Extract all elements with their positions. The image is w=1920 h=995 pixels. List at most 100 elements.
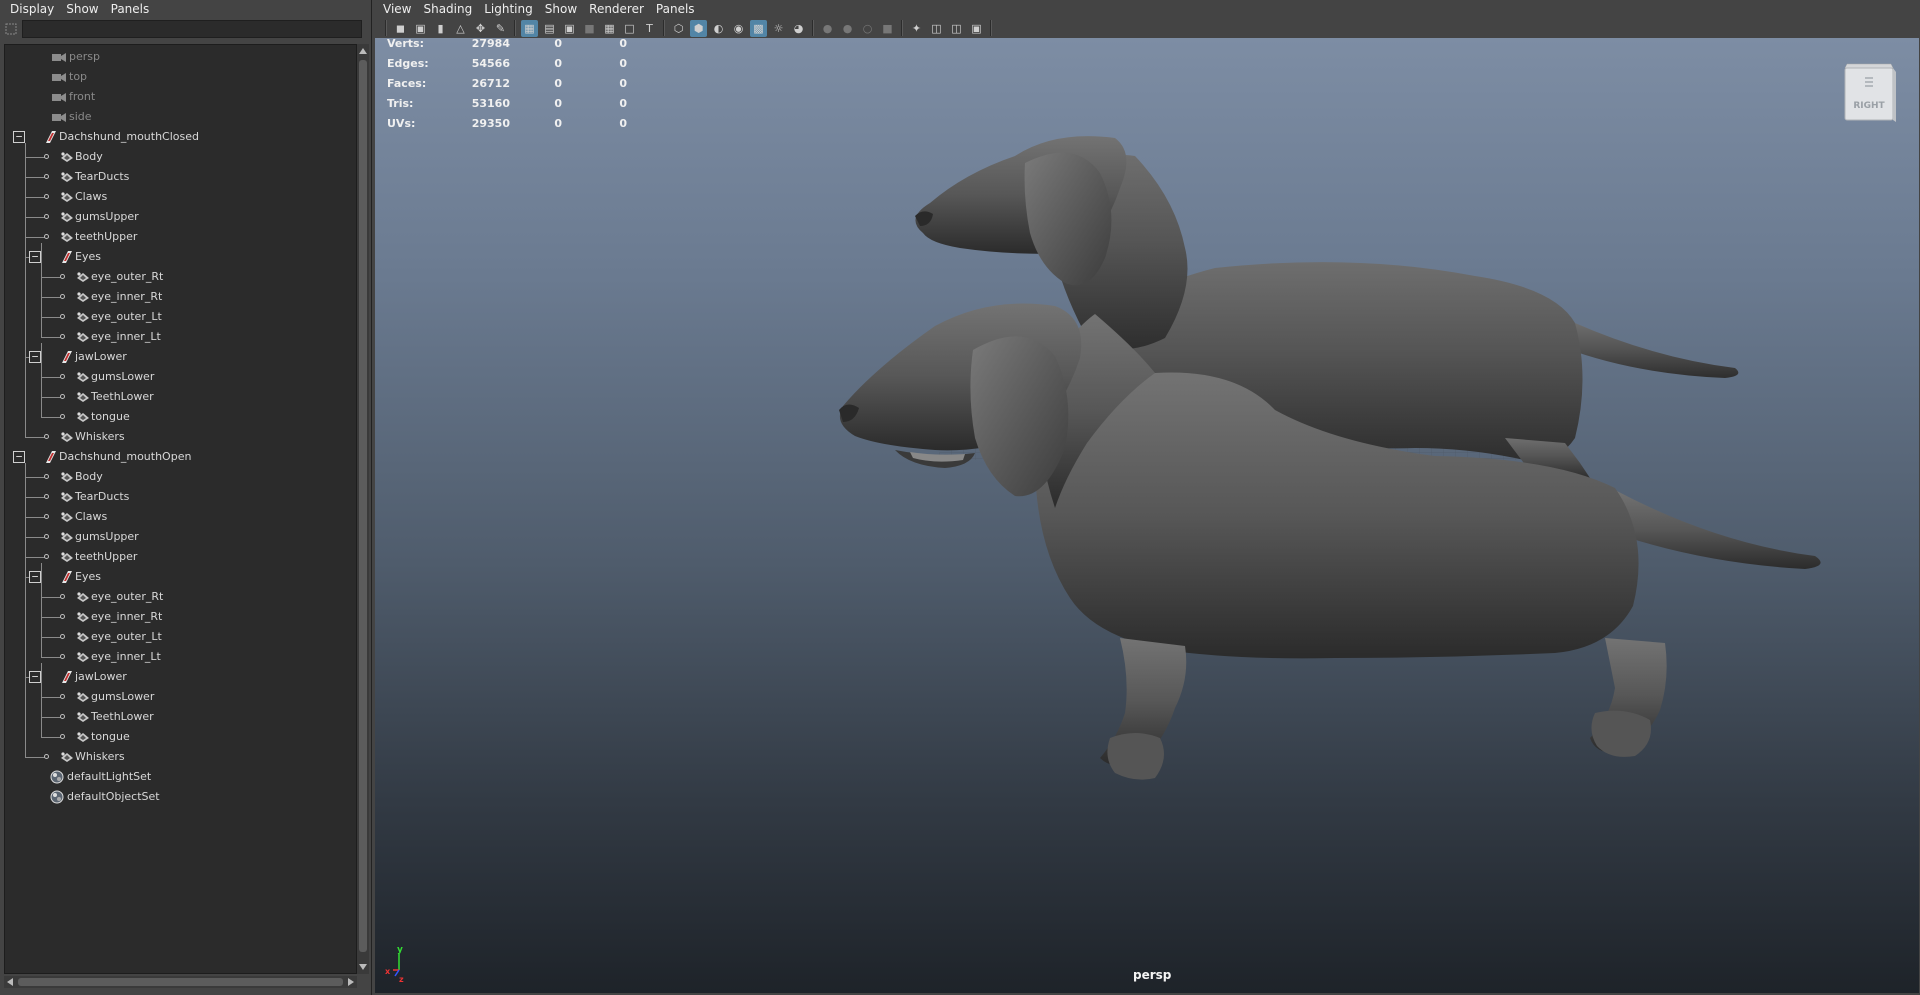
outliner-item-eye-inner-lt[interactable]: eye_inner_Lt xyxy=(5,327,356,347)
grease-pencil-icon[interactable]: ✎ xyxy=(492,20,509,37)
mesh-icon xyxy=(75,270,91,284)
collapse-toggle-icon[interactable]: − xyxy=(13,131,25,143)
outliner-item-gumsupper[interactable]: gumsUpper xyxy=(5,207,356,227)
collapse-toggle-icon[interactable]: − xyxy=(29,351,41,363)
visibility-dot-icon xyxy=(44,474,49,479)
outliner-item-eye-inner-rt[interactable]: eye_inner_Rt xyxy=(5,287,356,307)
xray-joints-icon[interactable]: ◫ xyxy=(948,20,965,37)
outliner-item-eye-outer-rt[interactable]: eye_outer_Rt xyxy=(5,267,356,287)
outliner-item-eye-inner-rt[interactable]: eye_inner_Rt xyxy=(5,607,356,627)
textured-icon[interactable]: ▩ xyxy=(750,19,767,37)
outliner-item-gumslower[interactable]: gumsLower xyxy=(5,367,356,387)
collapse-toggle-icon[interactable]: − xyxy=(29,671,41,683)
outliner-item-eyes[interactable]: − Eyes xyxy=(5,567,356,587)
two-d-pan-zoom-icon[interactable]: ✥ xyxy=(472,20,489,37)
isolate-select-icon[interactable]: ✦ xyxy=(908,20,925,37)
outliner-item-dachshund-mouthclosed[interactable]: − Dachshund_mouthClosed xyxy=(5,127,356,147)
outliner-item-eye-outer-rt[interactable]: eye_outer_Rt xyxy=(5,587,356,607)
camera-attributes-icon[interactable]: ▣ xyxy=(412,20,429,37)
outliner-item-gumsupper[interactable]: gumsUpper xyxy=(5,527,356,547)
scroll-down-arrow-icon[interactable] xyxy=(359,964,367,970)
outliner-item-eye-outer-lt[interactable]: eye_outer_Lt xyxy=(5,307,356,327)
outliner-item-tongue[interactable]: tongue xyxy=(5,727,356,747)
screen-space-ao-icon[interactable]: ● xyxy=(819,20,836,37)
safe-action-icon[interactable]: □ xyxy=(621,20,638,37)
outliner-item-defaultobjectset[interactable]: defaultObjectSet xyxy=(5,787,356,807)
menu-lighting[interactable]: Lighting xyxy=(480,0,541,18)
outliner-item-whiskers[interactable]: Whiskers xyxy=(5,747,356,767)
default-material-icon[interactable]: ◐ xyxy=(710,20,727,37)
outliner-item-claws[interactable]: Claws xyxy=(5,187,356,207)
scrollbar-thumb[interactable] xyxy=(359,60,367,952)
grid-icon[interactable]: ▦ xyxy=(521,19,538,37)
outliner-item-tearducts[interactable]: TearDucts xyxy=(5,487,356,507)
outliner-item-teethlower[interactable]: TeethLower xyxy=(5,707,356,727)
menu-show[interactable]: Show xyxy=(541,0,585,18)
hud-value: 26712 xyxy=(471,77,510,90)
resolution-gate-icon[interactable]: ▣ xyxy=(561,20,578,37)
menu-panels[interactable]: Panels xyxy=(652,0,703,18)
outliner-item-teethupper[interactable]: teethUpper xyxy=(5,227,356,247)
collapse-toggle-icon[interactable]: − xyxy=(29,571,41,583)
outliner-item-jawlower[interactable]: − jawLower xyxy=(5,347,356,367)
viewport-3d[interactable]: Verts: 27984 0 0 Edges: 54566 0 0 Faces:… xyxy=(375,38,1919,993)
outliner-item-defaultlightset[interactable]: defaultLightSet xyxy=(5,767,356,787)
outliner-item-teethupper[interactable]: teethUpper xyxy=(5,547,356,567)
scroll-right-arrow-icon[interactable] xyxy=(348,978,354,986)
menu-display[interactable]: Display xyxy=(6,0,62,18)
outliner-item-eye-inner-lt[interactable]: eye_inner_Lt xyxy=(5,647,356,667)
motion-blur-icon[interactable]: ● xyxy=(839,20,856,37)
outliner-item-top[interactable]: top xyxy=(5,67,356,87)
field-chart-icon[interactable]: ▦ xyxy=(601,20,618,37)
filter-icon[interactable] xyxy=(0,19,22,39)
menu-renderer[interactable]: Renderer xyxy=(585,0,652,18)
gate-mask-icon[interactable]: ■ xyxy=(581,20,598,37)
outliner-vertical-scrollbar[interactable] xyxy=(357,44,369,974)
bookmark-icon[interactable]: ▮ xyxy=(432,20,449,37)
wireframe-on-shaded-icon[interactable]: ◉ xyxy=(730,20,747,37)
outliner-horizontal-scrollbar[interactable] xyxy=(4,976,357,988)
viewcube[interactable]: RIGHT xyxy=(1841,60,1897,126)
outliner-item-gumslower[interactable]: gumsLower xyxy=(5,687,356,707)
outliner-item-tongue[interactable]: tongue xyxy=(5,407,356,427)
menu-view[interactable]: View xyxy=(379,0,419,18)
image-plane-icon[interactable]: △ xyxy=(452,20,469,37)
collapse-toggle-icon[interactable]: − xyxy=(13,451,25,463)
multisample-aa-icon[interactable]: ○ xyxy=(859,20,876,37)
outliner-item-teethlower[interactable]: TeethLower xyxy=(5,387,356,407)
select-camera-icon[interactable]: ◼ xyxy=(392,20,409,37)
outliner-item-front[interactable]: front xyxy=(5,87,356,107)
outliner-item-claws[interactable]: Claws xyxy=(5,507,356,527)
use-all-lights-icon[interactable]: ☼ xyxy=(770,20,787,37)
scroll-up-arrow-icon[interactable] xyxy=(359,48,367,54)
toolbar-separator xyxy=(901,20,903,36)
outliner-item-side[interactable]: side xyxy=(5,107,356,127)
menu-show[interactable]: Show xyxy=(62,0,106,18)
outliner-item-persp[interactable]: persp xyxy=(5,47,356,67)
outliner-search-input[interactable] xyxy=(22,20,362,38)
outliner-item-whiskers[interactable]: Whiskers xyxy=(5,427,356,447)
outliner-item-body[interactable]: Body xyxy=(5,147,356,167)
collapse-toggle-icon[interactable]: − xyxy=(29,251,41,263)
scrollbar-thumb[interactable] xyxy=(18,978,343,986)
menu-shading[interactable]: Shading xyxy=(419,0,480,18)
outliner-item-eye-outer-lt[interactable]: eye_outer_Lt xyxy=(5,627,356,647)
outliner-item-eyes[interactable]: − Eyes xyxy=(5,247,356,267)
shadows-icon[interactable]: ◕ xyxy=(790,20,807,37)
xray-active-components-icon[interactable]: ▣ xyxy=(968,20,985,37)
hud-value: 0 xyxy=(554,57,562,70)
film-gate-icon[interactable]: ▤ xyxy=(541,20,558,37)
dachshund-models[interactable] xyxy=(375,38,1919,993)
outliner-item-dachshund-mouthopen[interactable]: − Dachshund_mouthOpen xyxy=(5,447,356,467)
smooth-shade-icon[interactable]: ⬢ xyxy=(690,19,707,37)
depth-of-field-icon[interactable]: ■ xyxy=(879,20,896,37)
safe-title-icon[interactable]: T xyxy=(641,20,658,37)
outliner-item-tearducts[interactable]: TearDucts xyxy=(5,167,356,187)
menu-panels[interactable]: Panels xyxy=(107,0,158,18)
outliner-item-jawlower[interactable]: − jawLower xyxy=(5,667,356,687)
axis-x-label: x xyxy=(385,967,391,976)
wireframe-icon[interactable]: ⬡ xyxy=(670,20,687,37)
scroll-left-arrow-icon[interactable] xyxy=(7,978,13,986)
xray-icon[interactable]: ◫ xyxy=(928,20,945,37)
outliner-item-body[interactable]: Body xyxy=(5,467,356,487)
